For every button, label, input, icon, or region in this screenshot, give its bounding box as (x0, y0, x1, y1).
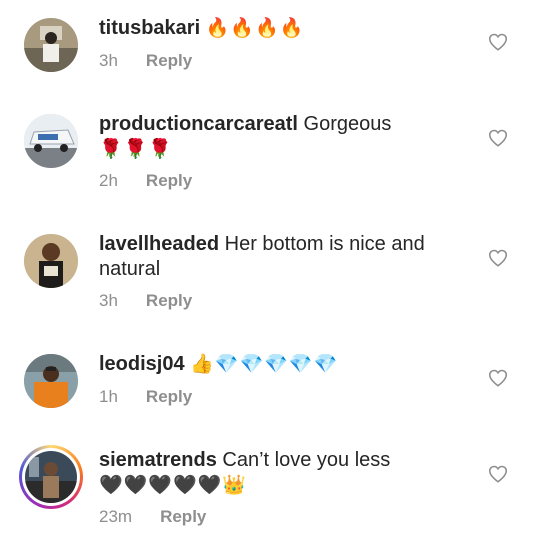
avatar-image (24, 234, 78, 288)
avatar-image (24, 354, 78, 408)
comment-meta: 2h Reply (99, 170, 192, 192)
comment-text: siematrends Can’t love you less 🖤🖤🖤🖤🖤👑 (99, 448, 469, 498)
like-heart-icon[interactable] (487, 31, 509, 53)
comment-body: Gorgeous (303, 113, 392, 135)
avatar-image (24, 114, 78, 168)
comment-body: Can’t love you less (222, 449, 391, 471)
comment-text: lavellheaded Her bottom is nice and natu… (99, 232, 469, 282)
comment-text: leodisj04 👍💎💎💎💎💎 (99, 352, 469, 377)
comment-timestamp: 2h (99, 171, 118, 190)
avatar-image (24, 18, 78, 72)
comment-username[interactable]: lavellheaded (99, 233, 219, 255)
comment-username[interactable]: productioncarcareatl (99, 113, 298, 135)
comment-timestamp: 23m (99, 507, 133, 526)
comment-username[interactable]: siematrends (99, 449, 217, 471)
comment-text: titusbakari 🔥🔥🔥🔥 (99, 16, 469, 41)
reply-button[interactable]: Reply (146, 51, 192, 70)
reply-button[interactable]: Reply (146, 171, 192, 190)
avatar (25, 451, 77, 503)
comment-username[interactable]: titusbakari (99, 17, 200, 39)
like-heart-icon[interactable] (487, 127, 509, 149)
comment-emoji: 👍💎💎💎💎💎 (190, 354, 339, 375)
like-heart-icon[interactable] (487, 463, 509, 485)
comment-timestamp: 3h (99, 51, 118, 70)
reply-button[interactable]: Reply (146, 387, 192, 406)
comment-text: productioncarcareatl Gorgeous 🌹🌹🌹 (99, 112, 469, 162)
comment-meta: 23m Reply (99, 506, 206, 528)
comment-emoji: 🖤🖤🖤🖤🖤👑 (99, 475, 247, 496)
comment-emoji: 🔥🔥🔥🔥 (205, 18, 305, 39)
comment-username[interactable]: leodisj04 (99, 353, 185, 375)
comment-meta: 3h Reply (99, 290, 192, 312)
avatar[interactable] (24, 114, 78, 168)
comment-emoji: 🌹🌹🌹 (99, 139, 173, 160)
reply-button[interactable]: Reply (146, 291, 192, 310)
avatar[interactable] (24, 354, 78, 408)
comment-meta: 3h Reply (99, 50, 192, 72)
avatar[interactable] (24, 234, 78, 288)
avatar[interactable] (24, 18, 78, 72)
comment-timestamp: 3h (99, 291, 118, 310)
avatar-story-ring[interactable] (19, 445, 83, 509)
comment-meta: 1h Reply (99, 386, 192, 408)
reply-button[interactable]: Reply (160, 507, 206, 526)
like-heart-icon[interactable] (487, 367, 509, 389)
like-heart-icon[interactable] (487, 247, 509, 269)
comment-timestamp: 1h (99, 387, 118, 406)
avatar-image (25, 451, 77, 503)
